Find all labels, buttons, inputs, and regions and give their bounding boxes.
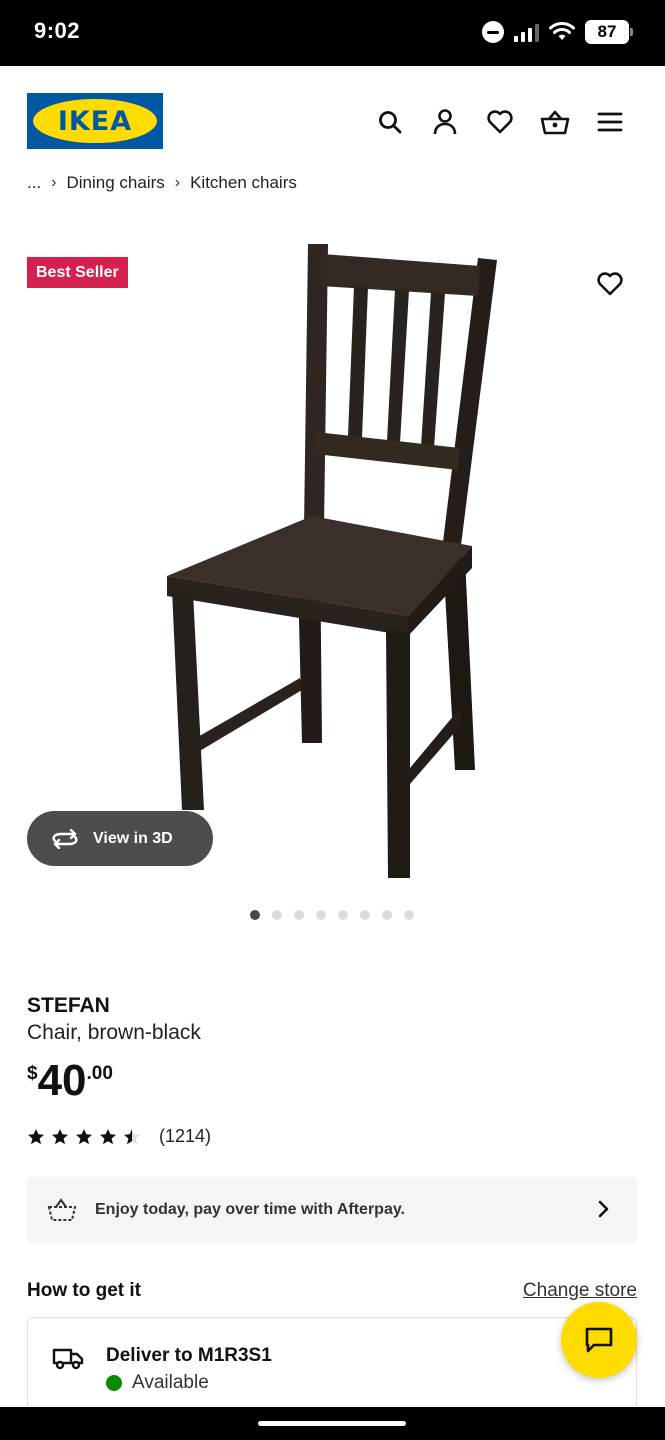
status-indicators: 87 <box>482 20 633 44</box>
view-in-3d-button[interactable]: View in 3D <box>27 811 213 866</box>
star-icon <box>124 1128 140 1144</box>
carousel-dot[interactable] <box>404 910 414 920</box>
carousel-dot[interactable] <box>250 910 260 920</box>
rating-count: (1214) <box>159 1126 212 1146</box>
view-in-3d-label: View in 3D <box>93 829 173 847</box>
status-bar: 9:02 87 <box>0 0 665 66</box>
rating-stars <box>27 1128 141 1146</box>
carousel-dot[interactable] <box>360 910 370 920</box>
afterpay-banner[interactable]: Enjoy today, pay over time with Afterpay… <box>27 1177 637 1243</box>
carousel-dot[interactable] <box>316 910 326 920</box>
change-store-link[interactable]: Change store <box>523 1280 637 1302</box>
site-header: IKEA <box>0 66 665 166</box>
image-carousel-dots <box>250 910 414 920</box>
carousel-dot[interactable] <box>294 910 304 920</box>
delivery-availability: Available <box>106 1372 209 1394</box>
price-whole: 40 <box>37 1056 87 1105</box>
chat-button[interactable] <box>561 1302 637 1378</box>
star-icon <box>28 1128 44 1144</box>
availability-label: Available <box>132 1372 209 1393</box>
search-icon[interactable] <box>374 106 405 137</box>
breadcrumb-ellipsis[interactable]: ... <box>27 173 41 193</box>
best-seller-badge: Best Seller <box>27 257 128 288</box>
system-home-bar <box>0 1407 665 1440</box>
chevron-right-icon: › <box>174 174 181 191</box>
breadcrumb-item-dining-chairs[interactable]: Dining chairs <box>67 173 165 193</box>
delivery-truck-icon <box>52 1348 84 1370</box>
carousel-dot[interactable] <box>338 910 348 920</box>
header-icons <box>374 106 625 137</box>
price-currency: $ <box>27 1063 38 1084</box>
product-price: $ 40 .00 <box>27 1055 113 1107</box>
carousel-dot[interactable] <box>272 910 282 920</box>
account-icon[interactable] <box>429 106 460 137</box>
battery-indicator: 87 <box>585 20 633 44</box>
carousel-dot[interactable] <box>382 910 392 920</box>
ikea-logo[interactable]: IKEA <box>27 93 163 149</box>
star-icon <box>100 1128 116 1144</box>
star-icon <box>52 1128 68 1144</box>
heart-icon <box>597 272 623 296</box>
breadcrumb: ... › Dining chairs › Kitchen chairs <box>27 173 297 193</box>
available-status-dot <box>106 1375 122 1391</box>
how-to-get-it-title: How to get it <box>27 1280 141 1301</box>
afterpay-basket-icon <box>47 1198 77 1221</box>
breadcrumb-item-kitchen-chairs[interactable]: Kitchen chairs <box>190 173 297 193</box>
chevron-right-icon <box>598 1200 609 1218</box>
favorite-button[interactable] <box>594 268 626 300</box>
star-icon <box>76 1128 92 1144</box>
product-rating[interactable]: (1214) <box>27 1126 211 1147</box>
price-cents: .00 <box>86 1063 113 1084</box>
menu-icon[interactable] <box>594 106 625 137</box>
deliver-to-title: Deliver to M1R3S1 <box>106 1345 272 1366</box>
logo-text: IKEA <box>57 105 133 137</box>
chat-icon <box>585 1327 613 1353</box>
chevron-right-icon: › <box>51 174 57 191</box>
status-time: 9:02 <box>34 18 81 43</box>
product-description: Chair, brown-black <box>27 1021 201 1044</box>
do-not-disturb-icon <box>482 21 504 43</box>
delivery-card[interactable]: Deliver to M1R3S1 Available <box>27 1317 637 1417</box>
product-image-chair[interactable] <box>160 238 510 886</box>
logo-oval: IKEA <box>33 99 157 143</box>
product-name: STEFAN <box>27 994 110 1017</box>
afterpay-text: Enjoy today, pay over time with Afterpay… <box>95 1201 405 1218</box>
home-indicator[interactable] <box>258 1421 406 1426</box>
basket-icon[interactable] <box>539 106 570 137</box>
wifi-icon <box>549 22 575 40</box>
heart-icon[interactable] <box>484 106 515 137</box>
rotate-3d-icon <box>52 828 78 849</box>
signal-icon <box>514 22 539 42</box>
